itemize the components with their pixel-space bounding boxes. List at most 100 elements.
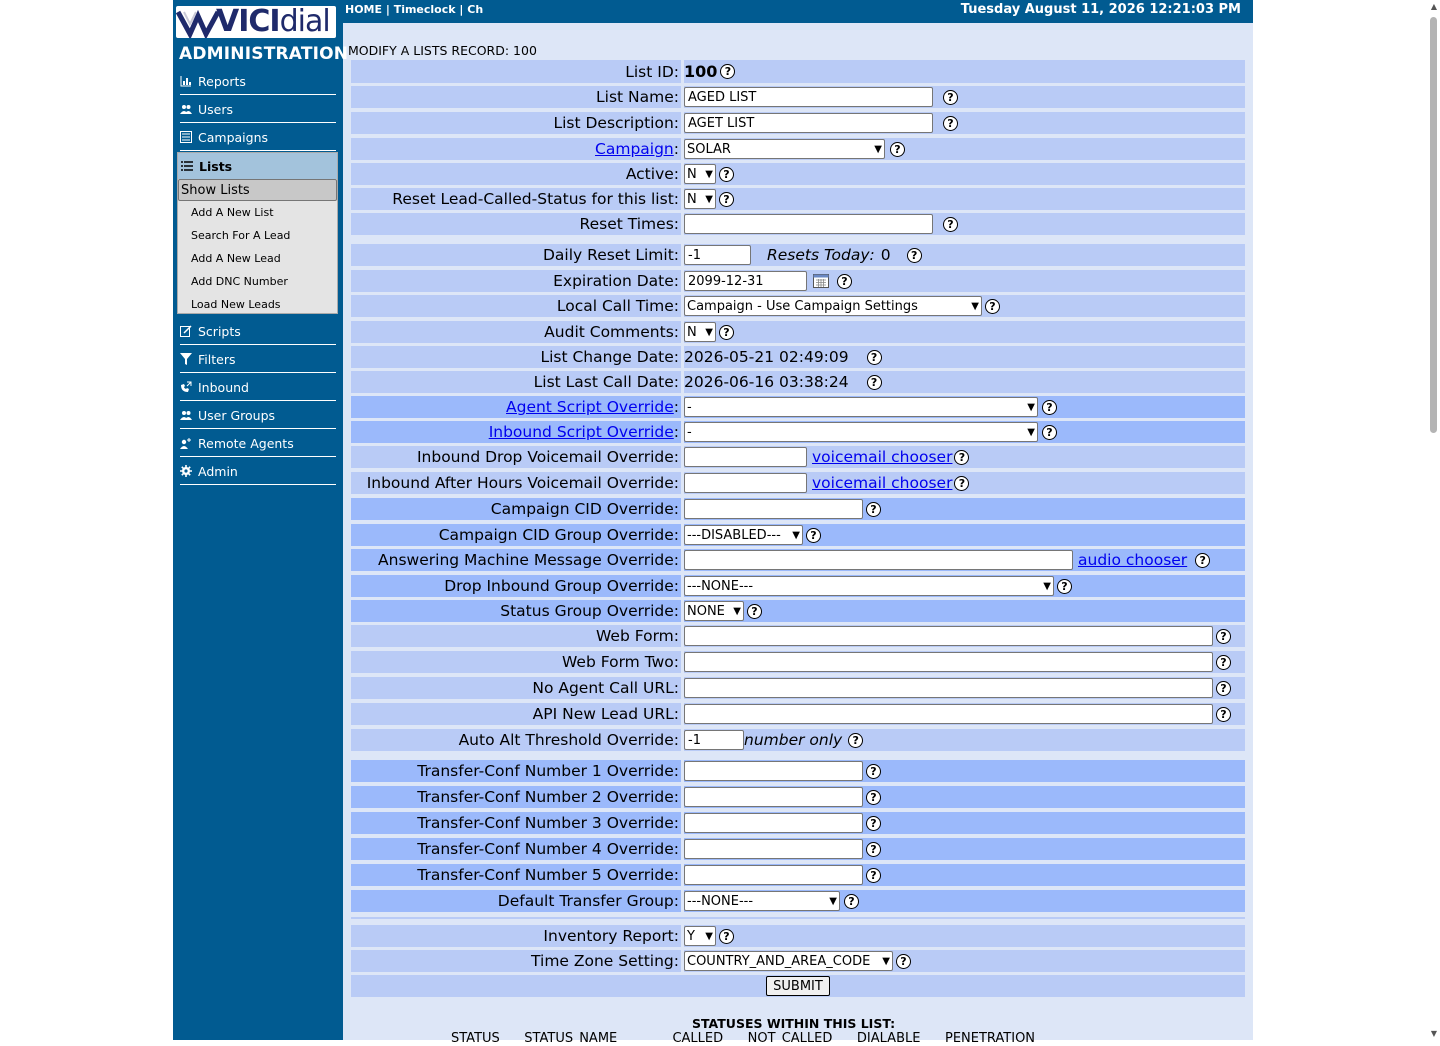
nav-remote-agents[interactable]: Remote Agents: [180, 430, 336, 457]
api-new-lead-input[interactable]: [684, 704, 1213, 724]
help-icon[interactable]: ?: [1216, 628, 1231, 644]
help-icon[interactable]: ?: [943, 89, 958, 105]
am-message-input[interactable]: [684, 550, 1073, 570]
cid-group-select[interactable]: ---DISABLED--- ▼: [684, 525, 803, 545]
submenu-add-new-list[interactable]: Add A New List: [178, 201, 337, 224]
row-list-name: List Name: AGED LIST?: [351, 86, 1245, 108]
help-icon[interactable]: ?: [1195, 552, 1211, 568]
help-icon[interactable]: ?: [1042, 399, 1057, 415]
daily-reset-input[interactable]: -1: [684, 245, 751, 265]
agent-script-link[interactable]: Agent Script Override: [506, 398, 674, 416]
nav-scripts[interactable]: Scripts: [180, 318, 336, 345]
help-icon[interactable]: ?: [866, 763, 881, 779]
after-hours-voicemail-input[interactable]: [684, 473, 807, 493]
campaign-select-value: SOLAR: [687, 141, 731, 157]
submenu-add-dnc-number[interactable]: Add DNC Number: [178, 270, 337, 293]
drop-ingroup-select[interactable]: ---NONE--- ▼: [684, 576, 1054, 596]
vicidial-logo[interactable]: VICIdial: [176, 6, 336, 38]
help-icon[interactable]: ?: [1216, 680, 1231, 696]
nav-inbound[interactable]: Inbound: [180, 374, 336, 401]
help-icon[interactable]: ?: [866, 501, 881, 517]
help-icon[interactable]: ?: [866, 349, 882, 365]
help-icon[interactable]: ?: [906, 247, 922, 263]
submenu-search-for-lead[interactable]: Search For A Lead: [178, 224, 337, 247]
help-icon[interactable]: ?: [866, 867, 881, 883]
status-group-select[interactable]: NONE ▼: [684, 601, 744, 621]
help-icon[interactable]: ?: [719, 166, 734, 182]
help-icon[interactable]: ?: [866, 374, 882, 390]
nav-user-groups[interactable]: User Groups: [180, 402, 336, 429]
inventory-select[interactable]: Y ▼: [684, 926, 716, 946]
voicemail-chooser-link[interactable]: voicemail chooser: [812, 474, 952, 492]
help-icon[interactable]: ?: [719, 928, 734, 944]
nav-campaigns[interactable]: Campaigns: [180, 124, 336, 151]
nav-admin[interactable]: Admin: [180, 458, 336, 485]
list-description-input[interactable]: AGET LIST: [684, 113, 933, 133]
xfer-2-input[interactable]: [684, 787, 863, 807]
row-auto-alt-threshold: Auto Alt Threshold Override: -1 number on…: [351, 729, 1245, 751]
xfer-4-input[interactable]: [684, 839, 863, 859]
help-icon[interactable]: ?: [954, 475, 970, 491]
help-icon[interactable]: ?: [844, 893, 859, 909]
inbound-script-link[interactable]: Inbound Script Override: [489, 423, 674, 441]
help-icon[interactable]: ?: [719, 191, 734, 207]
active-select[interactable]: N ▼: [684, 164, 716, 184]
help-icon[interactable]: ?: [1042, 424, 1057, 440]
help-icon[interactable]: ?: [1057, 578, 1072, 594]
help-icon[interactable]: ?: [896, 953, 911, 969]
help-icon[interactable]: ?: [866, 789, 881, 805]
nav-filters[interactable]: Filters: [180, 346, 336, 373]
help-icon[interactable]: ?: [866, 815, 881, 831]
submenu-show-lists[interactable]: Show Lists: [178, 179, 337, 201]
help-icon[interactable]: ?: [985, 298, 1000, 314]
top-nav-links[interactable]: HOME | Timeclock | Ch: [345, 3, 483, 16]
tz-select[interactable]: COUNTRY_AND_AREA_CODE ▼: [684, 951, 893, 971]
auto-alt-input[interactable]: -1: [684, 730, 744, 750]
xfer-1-input[interactable]: [684, 761, 863, 781]
help-icon[interactable]: ?: [806, 527, 821, 543]
help-icon[interactable]: ?: [943, 115, 958, 131]
submenu-load-new-leads[interactable]: Load New Leads: [178, 293, 337, 316]
help-icon[interactable]: ?: [837, 273, 852, 289]
inbound-script-select[interactable]: - ▼: [684, 422, 1038, 442]
local-call-time-select[interactable]: Campaign - Use Campaign Settings ▼: [684, 296, 982, 316]
scroll-up-icon[interactable]: ▲: [1431, 2, 1437, 11]
list-name-input[interactable]: AGED LIST: [684, 87, 933, 107]
cid-override-input[interactable]: [684, 499, 863, 519]
help-icon[interactable]: ?: [890, 141, 905, 157]
help-icon[interactable]: ?: [747, 603, 762, 619]
nav-users[interactable]: Users: [180, 96, 336, 123]
drop-voicemail-input[interactable]: [684, 447, 807, 467]
xfer-3-input[interactable]: [684, 813, 863, 833]
help-icon[interactable]: ?: [943, 216, 958, 232]
help-icon[interactable]: ?: [866, 841, 881, 857]
audio-chooser-link[interactable]: audio chooser: [1078, 551, 1187, 569]
campaign-link[interactable]: Campaign: [595, 140, 674, 158]
help-icon[interactable]: ?: [1216, 706, 1231, 722]
help-icon[interactable]: ?: [719, 324, 734, 340]
scroll-down-icon[interactable]: ▼: [1431, 1029, 1437, 1038]
scrollbar-thumb[interactable]: [1430, 17, 1437, 433]
help-icon[interactable]: ?: [848, 732, 864, 748]
expiration-date-input[interactable]: 2099-12-31: [684, 271, 807, 291]
campaign-select[interactable]: SOLAR ▼: [684, 139, 885, 159]
submit-button[interactable]: SUBMIT: [766, 976, 830, 996]
agent-script-select[interactable]: - ▼: [684, 397, 1038, 417]
help-icon[interactable]: ?: [1216, 654, 1231, 670]
submenu-add-new-lead[interactable]: Add A New Lead: [178, 247, 337, 270]
reset-times-input[interactable]: [684, 214, 933, 234]
vertical-scrollbar[interactable]: ▲ ▼: [1426, 0, 1440, 1040]
nav-reports[interactable]: Reports: [180, 68, 336, 95]
xfer-5-input[interactable]: [684, 865, 863, 885]
calendar-icon[interactable]: [813, 274, 829, 288]
no-agent-url-input[interactable]: [684, 678, 1213, 698]
audit-comments-select[interactable]: N ▼: [684, 322, 716, 342]
reset-status-select[interactable]: N ▼: [684, 189, 716, 209]
nav-lists[interactable]: Lists: [178, 153, 337, 179]
default-xfer-select[interactable]: ---NONE--- ▼: [684, 891, 840, 911]
help-icon[interactable]: ?: [720, 64, 736, 79]
help-icon[interactable]: ?: [954, 449, 970, 465]
web-form-two-input[interactable]: [684, 652, 1213, 672]
web-form-input[interactable]: [684, 626, 1213, 646]
voicemail-chooser-link[interactable]: voicemail chooser: [812, 448, 952, 466]
